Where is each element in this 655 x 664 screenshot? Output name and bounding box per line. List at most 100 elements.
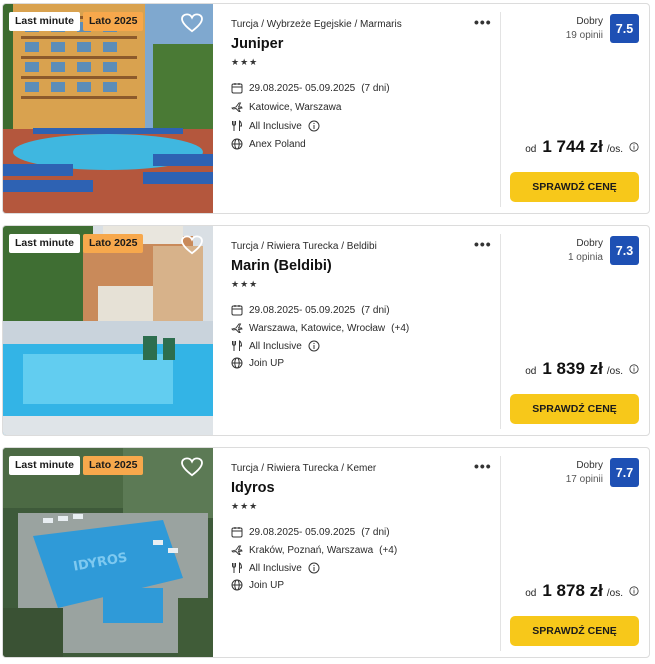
offer-card[interactable]: IDYROS Last minute Lato 2025 Turcja / Ri… bbox=[2, 447, 650, 658]
plane-icon bbox=[231, 323, 243, 333]
per-person: /os. bbox=[606, 144, 623, 155]
reviews-count[interactable]: 1 opinia bbox=[568, 252, 603, 263]
rating-label: Dobry bbox=[576, 238, 603, 249]
hotel-name[interactable]: Marin (Beldibi) bbox=[231, 258, 332, 274]
price-row: od 1 839 zł /os. bbox=[525, 359, 639, 379]
season-badge: Lato 2025 bbox=[83, 12, 144, 31]
offer-info: Turcja / Riwiera Turecka / Kemer ••• Idy… bbox=[231, 448, 499, 657]
globe-icon bbox=[231, 357, 243, 369]
price-row: od 1 744 zł /os. bbox=[525, 137, 639, 157]
heart-icon[interactable] bbox=[181, 457, 203, 477]
rating-label: Dobry bbox=[576, 460, 603, 471]
departure-row: Kraków, Poznań, Warszawa (+4) bbox=[231, 543, 397, 557]
duration-text: (7 dni) bbox=[361, 304, 390, 316]
info-icon[interactable] bbox=[308, 120, 320, 132]
location-breadcrumb[interactable]: Turcja / Riwiera Turecka / Beldibi bbox=[231, 241, 377, 252]
operator-row: Join UP bbox=[231, 578, 284, 592]
cutlery-icon bbox=[232, 120, 243, 131]
board-type: All Inclusive bbox=[249, 120, 302, 132]
per-person: /os. bbox=[606, 366, 623, 377]
last-minute-badge: Last minute bbox=[9, 12, 80, 31]
departure-cities: Kraków, Poznań, Warszawa bbox=[249, 544, 374, 556]
dates-row: 29.08.2025- 05.09.2025 (7 dni) bbox=[231, 81, 390, 95]
offer-list: Last minute Lato 2025 Turcja / Wybrzeże … bbox=[0, 0, 655, 664]
departure-row: Warszawa, Katowice, Wrocław (+4) bbox=[231, 321, 409, 335]
offer-info: Turcja / Wybrzeże Egejskie / Marmaris ••… bbox=[231, 4, 499, 213]
rating-label: Dobry bbox=[576, 16, 603, 27]
tour-operator: Join UP bbox=[249, 579, 285, 591]
operator-row: Anex Poland bbox=[231, 137, 306, 151]
more-dots-icon[interactable]: ••• bbox=[474, 14, 492, 30]
dates-text: 29.08.2025- 05.09.2025 bbox=[249, 82, 356, 94]
star-icon: ★★★ bbox=[231, 501, 259, 511]
check-price-button[interactable]: SPRAWDŹ CENĘ bbox=[510, 616, 639, 646]
location-breadcrumb[interactable]: Turcja / Wybrzeże Egejskie / Marmaris bbox=[231, 19, 402, 30]
price-from: od bbox=[525, 366, 537, 377]
offer-card[interactable]: Last minute Lato 2025 Turcja / Riwiera T… bbox=[2, 225, 650, 436]
globe-icon bbox=[231, 138, 243, 150]
hotel-photo[interactable]: IDYROS Last minute Lato 2025 bbox=[3, 448, 213, 657]
hotel-photo[interactable]: Last minute Lato 2025 bbox=[3, 4, 213, 213]
heart-icon[interactable] bbox=[181, 235, 203, 255]
check-price-button[interactable]: SPRAWDŹ CENĘ bbox=[510, 172, 639, 202]
divider bbox=[500, 234, 501, 429]
rating-score: 7.5 bbox=[610, 14, 639, 43]
star-icon: ★★★ bbox=[231, 279, 259, 289]
price: 1 839 zł bbox=[542, 359, 603, 378]
price-row: od 1 878 zł /os. bbox=[525, 581, 639, 601]
info-icon[interactable] bbox=[629, 586, 639, 596]
heart-icon[interactable] bbox=[181, 13, 203, 33]
board-type: All Inclusive bbox=[249, 340, 302, 352]
board-row: All Inclusive bbox=[231, 119, 326, 133]
calendar-icon bbox=[231, 527, 243, 538]
reviews-count[interactable]: 19 opinii bbox=[566, 30, 603, 41]
cutlery-icon bbox=[232, 340, 243, 351]
departure-cities: Warszawa, Katowice, Wrocław bbox=[249, 322, 386, 334]
more-dots-icon[interactable]: ••• bbox=[474, 236, 492, 252]
plane-icon bbox=[231, 102, 243, 112]
duration-text: (7 dni) bbox=[361, 82, 390, 94]
hotel-name[interactable]: Idyros bbox=[231, 480, 275, 496]
info-icon[interactable] bbox=[629, 142, 639, 152]
price-from: od bbox=[525, 588, 537, 599]
season-badge: Lato 2025 bbox=[83, 456, 144, 475]
season-badge: Lato 2025 bbox=[83, 234, 144, 253]
hotel-photo[interactable]: Last minute Lato 2025 bbox=[3, 226, 213, 435]
star-icon: ★★★ bbox=[231, 57, 259, 67]
reviews-count[interactable]: 17 opinii bbox=[566, 474, 603, 485]
divider bbox=[500, 456, 501, 651]
departure-row: Katowice, Warszawa bbox=[231, 100, 341, 114]
price: 1 744 zł bbox=[542, 137, 603, 156]
per-person: /os. bbox=[606, 588, 623, 599]
dates-text: 29.08.2025- 05.09.2025 bbox=[249, 526, 356, 538]
price: 1 878 zł bbox=[542, 581, 603, 600]
hotel-name[interactable]: Juniper bbox=[231, 36, 283, 52]
cutlery-icon bbox=[232, 562, 243, 573]
dates-row: 29.08.2025- 05.09.2025 (7 dni) bbox=[231, 303, 390, 317]
dates-row: 29.08.2025- 05.09.2025 (7 dni) bbox=[231, 525, 390, 539]
globe-icon bbox=[231, 579, 243, 591]
more-cities[interactable]: (+4) bbox=[379, 545, 397, 556]
calendar-icon bbox=[231, 83, 243, 94]
plane-icon bbox=[231, 545, 243, 555]
offer-info: Turcja / Riwiera Turecka / Beldibi ••• M… bbox=[231, 226, 499, 435]
duration-text: (7 dni) bbox=[361, 526, 390, 538]
last-minute-badge: Last minute bbox=[9, 456, 80, 475]
calendar-icon bbox=[231, 305, 243, 316]
tour-operator: Anex Poland bbox=[249, 138, 306, 150]
info-icon[interactable] bbox=[629, 364, 639, 374]
rating-score: 7.3 bbox=[610, 236, 639, 265]
board-type: All Inclusive bbox=[249, 562, 302, 574]
info-icon[interactable] bbox=[308, 562, 320, 574]
check-price-button[interactable]: SPRAWDŹ CENĘ bbox=[510, 394, 639, 424]
board-row: All Inclusive bbox=[231, 339, 326, 353]
departure-cities: Katowice, Warszawa bbox=[249, 101, 342, 113]
info-icon[interactable] bbox=[308, 340, 320, 352]
more-cities[interactable]: (+4) bbox=[391, 323, 409, 334]
offer-card[interactable]: Last minute Lato 2025 Turcja / Wybrzeże … bbox=[2, 3, 650, 214]
location-breadcrumb[interactable]: Turcja / Riwiera Turecka / Kemer bbox=[231, 463, 376, 474]
rating-score: 7.7 bbox=[610, 458, 639, 487]
board-row: All Inclusive bbox=[231, 561, 326, 575]
last-minute-badge: Last minute bbox=[9, 234, 80, 253]
more-dots-icon[interactable]: ••• bbox=[474, 458, 492, 474]
